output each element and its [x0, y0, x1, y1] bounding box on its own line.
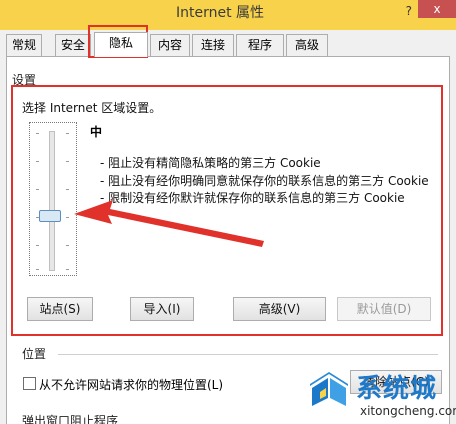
slider-tick [36, 269, 39, 270]
watermark-url: xitongcheng.com [360, 404, 456, 418]
privacy-level-title: 中 [90, 125, 103, 139]
level-description-2: - 阻止没有经你明确同意就保存你的联系信息的第三方 Cookie [100, 174, 429, 188]
privacy-slider[interactable] [29, 122, 77, 276]
slider-tick [66, 217, 69, 218]
close-icon[interactable]: x [418, 0, 456, 18]
help-icon[interactable]: ? [406, 4, 412, 18]
location-group-label: 位置 [20, 345, 49, 362]
zone-instruction: 选择 Internet 区域设置。 [22, 101, 162, 115]
tab-content[interactable]: 内容 [150, 34, 190, 56]
slider-tick [36, 245, 39, 246]
watermark: 系统城 xitongcheng.com [306, 366, 456, 424]
level-description-1: - 阻止没有精简隐私策略的第三方 Cookie [100, 156, 321, 170]
tab-general[interactable]: 常规 [6, 34, 42, 56]
slider-tick [66, 133, 69, 134]
default-button: 默认值(D) [337, 297, 431, 321]
slider-tick [66, 245, 69, 246]
slider-tick [36, 189, 39, 190]
location-divider [58, 354, 438, 355]
advanced-button[interactable]: 高级(V) [233, 297, 326, 321]
slider-tick [66, 161, 69, 162]
tab-privacy[interactable]: 隐私 [94, 32, 148, 57]
tab-connections[interactable]: 连接 [192, 34, 234, 56]
tab-advanced[interactable]: 高级 [286, 34, 328, 56]
slider-thumb[interactable] [39, 210, 61, 222]
watermark-brand: 系统城 [356, 374, 438, 404]
window-title: Internet 属性 [175, 5, 265, 21]
tab-programs[interactable]: 程序 [236, 34, 284, 56]
popup-group-label: 弹出窗口阻止程序 [20, 412, 121, 424]
slider-track[interactable] [49, 131, 55, 271]
watermark-logo-icon [310, 372, 348, 406]
sites-button[interactable]: 站点(S) [27, 297, 93, 321]
level-description-3: - 限制没有经你默许就保存你的联系信息的第三方 Cookie [100, 191, 405, 205]
location-checkbox[interactable] [23, 377, 36, 390]
slider-tick [36, 133, 39, 134]
import-button[interactable]: 导入(I) [130, 297, 194, 321]
slider-tick [36, 161, 39, 162]
tab-security[interactable]: 安全 [55, 34, 91, 56]
slider-tick [66, 189, 69, 190]
title-bar: Internet 属性 ? x [0, 0, 456, 30]
slider-tick [66, 269, 69, 270]
location-checkbox-label[interactable]: 从不允许网站请求你的物理位置(L) [39, 376, 223, 393]
